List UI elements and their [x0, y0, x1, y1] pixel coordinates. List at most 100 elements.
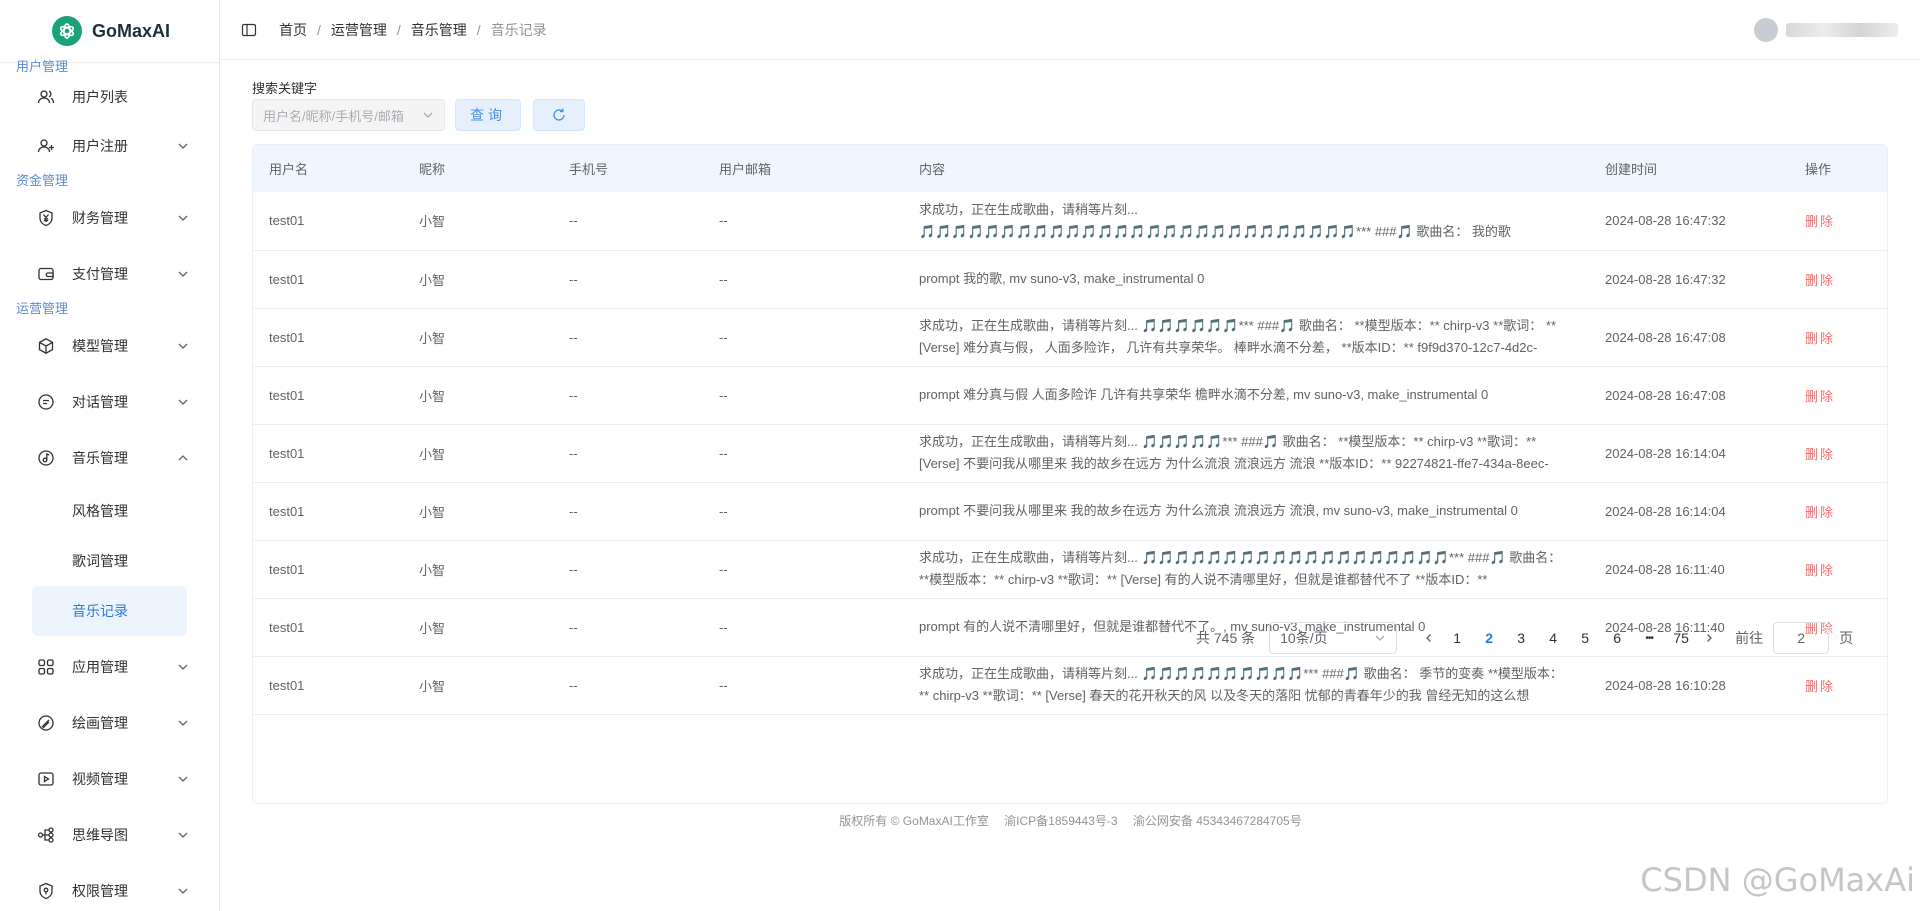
page-button[interactable]: 1 [1441, 622, 1473, 654]
sidebar-item-permission[interactable]: 权限管理 [0, 863, 219, 911]
query-button[interactable]: 查询 [455, 99, 521, 131]
pagination: 共 745 条 10条/页 123456 ••• 75 前往 2 页 [1196, 622, 1853, 654]
table-row: test01 小智 -- -- prompt 不要问我从哪里来 我的故乡在远方 为什么流… [253, 482, 1887, 540]
page-button[interactable]: 4 [1537, 622, 1569, 654]
cell-username: test01 [269, 213, 305, 229]
music-records-table: 用户名 昵称 手机号 用户邮箱 内容 创建时间 操作 test01 小智 -- -- 求… [252, 144, 1888, 804]
sidebar-subitem-music-records[interactable]: 音乐记录 [32, 586, 187, 636]
sidebar-item-label: 对话管理 [72, 394, 128, 410]
page-button-last[interactable]: 75 [1665, 622, 1697, 654]
cell-email: -- [719, 387, 728, 403]
delete-button[interactable]: 删除 [1805, 447, 1835, 462]
sidebar-item-label: 权限管理 [72, 883, 128, 899]
footer-icp[interactable]: 渝ICP备1859443号-3 [1004, 814, 1117, 828]
page-button[interactable]: 3 [1505, 622, 1537, 654]
page-size-select[interactable]: 10条/页 [1269, 622, 1398, 654]
delete-button[interactable]: 删除 [1805, 273, 1835, 288]
sidebar-item-apps[interactable]: 应用管理 [0, 639, 219, 695]
chevron-down-icon [1375, 635, 1385, 641]
cell-content: 求成功，正在生成歌曲，请稍等片刻... 🎵🎵🎵🎵🎵🎵🎵🎵🎵🎵*** ###🎵 歌… [919, 666, 1563, 703]
cell-content: prompt 我的歌, mv suno-v3, make_instrumenta… [919, 271, 1205, 286]
column-header-email: 用户邮箱 [719, 162, 772, 177]
sidebar-item-chat[interactable]: 对话管理 [0, 374, 219, 430]
cube-icon [36, 336, 56, 356]
footer-copyright: 版权所有 © GoMaxAI工作室 [839, 814, 989, 828]
chevron-down-icon [178, 720, 188, 726]
footer: 版权所有 © GoMaxAI工作室 渝ICP备1859443号-3 渝公网安备 … [0, 812, 1920, 829]
table-row: test01 小智 -- -- 求成功，正在生成歌曲，请稍等片刻... 🎵🎵🎵🎵🎵🎵**… [253, 308, 1887, 366]
sidebar-item-label: 模型管理 [72, 338, 128, 354]
breadcrumb-home[interactable]: 首页 [279, 20, 307, 40]
wallet-icon [36, 264, 56, 284]
cell-content: 求成功，正在生成歌曲，请稍等片刻... 🎵🎵🎵🎵🎵*** ###🎵 歌曲名： *… [919, 434, 1549, 471]
chevron-down-icon [178, 832, 188, 838]
sidebar-item-music[interactable]: 音乐管理 [0, 430, 219, 486]
page-button[interactable]: 5 [1569, 622, 1601, 654]
apps-icon [36, 657, 56, 677]
chevron-down-icon [423, 112, 433, 118]
refresh-button[interactable] [533, 99, 585, 131]
cell-content: 求成功，正在生成歌曲，请稍等片刻... 🎵🎵🎵🎵🎵🎵🎵🎵🎵🎵🎵🎵🎵🎵🎵🎵🎵🎵🎵*… [919, 550, 1562, 587]
avatar[interactable] [1754, 18, 1778, 42]
cell-content-wrap: prompt 不要问我从哪里来 我的故乡在远方 为什么流浪 流浪远方 流浪, m… [903, 482, 1589, 540]
sidebar-item-paint[interactable]: 绘画管理 [0, 695, 219, 751]
cell-email: -- [719, 503, 728, 519]
cell-content: 求成功，正在生成歌曲，请稍等片刻... 🎵🎵🎵🎵🎵🎵🎵🎵🎵🎵🎵🎵🎵🎵🎵🎵🎵🎵🎵🎵… [919, 201, 1511, 239]
cell-username: test01 [269, 619, 305, 635]
cell-action: 删除 [1789, 366, 1887, 424]
next-page-button[interactable] [1697, 622, 1721, 654]
sidebar-item-label: 财务管理 [72, 210, 128, 226]
delete-button[interactable]: 删除 [1805, 214, 1835, 229]
sidebar-item-label: 用户列表 [72, 89, 128, 105]
delete-button[interactable]: 删除 [1805, 331, 1835, 346]
cell-action: 删除 [1789, 424, 1887, 482]
page-button-current[interactable]: 2 [1473, 622, 1505, 654]
sidebar-item-video[interactable]: 视频管理 [0, 751, 219, 807]
cell-username: test01 [269, 387, 305, 403]
cell-nickname: 小智 [419, 388, 446, 404]
sidebar-toggle-icon[interactable] [241, 22, 257, 38]
logo-icon [52, 16, 82, 46]
delete-button[interactable]: 删除 [1805, 563, 1835, 578]
breadcrumb-music[interactable]: 音乐管理 [411, 20, 467, 40]
cell-phone: -- [569, 329, 578, 345]
page-button[interactable]: 6 [1601, 622, 1633, 654]
delete-button[interactable]: 删除 [1805, 679, 1835, 694]
cell-content: 求成功，正在生成歌曲，请稍等片刻... 🎵🎵🎵🎵🎵🎵*** ###🎵 歌曲名： … [919, 318, 1557, 355]
chevron-up-icon [178, 455, 188, 461]
breadcrumb-operation[interactable]: 运营管理 [331, 20, 387, 40]
delete-button[interactable]: 删除 [1805, 505, 1835, 520]
search-select[interactable]: 用户名/昵称/手机号/邮箱 [252, 99, 445, 131]
breadcrumb-separator: / [317, 21, 321, 38]
sidebar-item-model[interactable]: 模型管理 [0, 318, 219, 374]
sidebar-subitem-style[interactable]: 风格管理 [32, 486, 187, 536]
sidebar-item-finance[interactable]: 财务管理 [0, 190, 219, 246]
cell-nickname: 小智 [419, 678, 446, 694]
cell-nickname: 小智 [419, 562, 446, 578]
video-icon [36, 769, 56, 789]
cell-phone: -- [569, 619, 578, 635]
search-placeholder: 用户名/昵称/手机号/邮箱 [263, 108, 404, 124]
group-title-finance: 资金管理 [16, 173, 69, 188]
prev-page-button[interactable] [1417, 622, 1441, 654]
cell-content-wrap: 求成功，正在生成歌曲，请稍等片刻... 🎵🎵🎵🎵🎵🎵🎵🎵🎵🎵*** ###🎵 歌… [903, 656, 1589, 714]
column-header-action: 操作 [1805, 162, 1832, 177]
sidebar-item-user-register[interactable]: 用户注册 [0, 118, 219, 174]
cell-phone: -- [569, 561, 578, 577]
footer-police[interactable]: 渝公网安备 45343467284705号 [1133, 814, 1302, 828]
sidebar-item-payment[interactable]: 支付管理 [0, 246, 219, 302]
page-ellipsis[interactable]: ••• [1633, 622, 1665, 654]
cell-action: 删除 [1789, 656, 1887, 714]
cell-phone: -- [569, 677, 578, 693]
sidebar-subitem-lyrics[interactable]: 歌词管理 [32, 536, 187, 586]
delete-button[interactable]: 删除 [1805, 389, 1835, 404]
sidebar-item-user-list[interactable]: 用户列表 [0, 76, 219, 118]
logo[interactable]: GoMaxAI [0, 0, 219, 63]
user-menu[interactable] [1754, 18, 1898, 42]
chevron-down-icon [178, 776, 188, 782]
chat-icon [36, 392, 56, 412]
goto-page-input[interactable]: 2 [1773, 622, 1830, 654]
cell-created-time: 2024-08-28 16:11:40 [1605, 561, 1725, 577]
cell-created-time: 2024-08-28 16:47:32 [1605, 271, 1726, 287]
cell-email: -- [719, 329, 728, 345]
